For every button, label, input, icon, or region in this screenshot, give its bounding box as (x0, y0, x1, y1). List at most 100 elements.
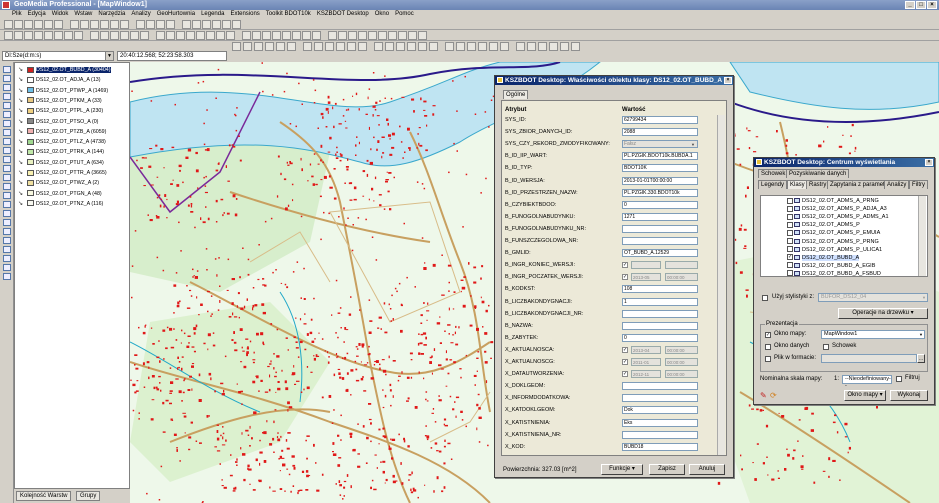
tb2-tool-23-icon[interactable] (252, 31, 261, 40)
date-field[interactable]: 2012-11 (631, 370, 661, 379)
attribute-value-field[interactable]: BDOT10K (622, 164, 698, 173)
layer-visibility-icon[interactable]: ↘ (18, 180, 24, 186)
anuluj-button[interactable]: Anuluj (689, 464, 725, 475)
left-tool-4-icon[interactable] (3, 102, 11, 109)
menu-item-11[interactable]: Okno (375, 10, 389, 19)
tb2-tool-33-icon[interactable] (358, 31, 367, 40)
tb1-tool-14-icon[interactable] (156, 20, 165, 29)
left-tool-16-icon[interactable] (3, 210, 11, 217)
tb1-tool-3-icon[interactable] (34, 20, 43, 29)
tab-centrum-1[interactable]: Klasy (787, 180, 808, 189)
tb2-tool-13-icon[interactable] (140, 31, 149, 40)
tb2-tool-6-icon[interactable] (64, 31, 73, 40)
left-tool-11-icon[interactable] (3, 165, 11, 172)
legend-layer-item[interactable]: DS12_02.OT_PTKM_A (33) (27, 97, 131, 106)
edit-tool-13-icon[interactable] (385, 42, 394, 51)
legend-layer-item[interactable]: DS12_02.OT_PTPL_A (230) (27, 107, 131, 116)
edit-tool-28-icon[interactable] (560, 42, 569, 51)
attribute-value-field[interactable]: BUBD18 (622, 442, 698, 451)
edit-tool-22-icon[interactable] (489, 42, 498, 51)
menu-item-9[interactable]: Toolkit BDOT10k (266, 10, 311, 19)
classes-tree[interactable]: DS12_02.OT_ADMS_A_PRNG DS12_02.OT_ADMS_P_… (760, 195, 928, 277)
okno-mapy-select[interactable]: MapWindow1 ▼ (821, 330, 925, 339)
tb2-tool-12-icon[interactable] (130, 31, 139, 40)
tab-centrum-2[interactable]: Rastry (806, 180, 830, 189)
tab-top-0[interactable]: Schowek (758, 169, 789, 178)
left-tool-8-icon[interactable] (3, 138, 11, 145)
edit-tool-10-icon[interactable] (347, 42, 356, 51)
attribute-value-field[interactable] (622, 394, 698, 403)
edit-tool-2-icon[interactable] (254, 42, 263, 51)
tb2-tool-11-icon[interactable] (120, 31, 129, 40)
attribute-value-field[interactable]: Eks (622, 418, 698, 427)
legend-layer-item[interactable]: DS12_02.OT_PTZB_A (6059) (27, 128, 131, 137)
tb2-tool-19-icon[interactable] (206, 31, 215, 40)
edit-tool-18-icon[interactable] (445, 42, 454, 51)
uzyj-stylistyki-checkbox[interactable] (762, 295, 768, 301)
time-field[interactable]: 00:00:00 (665, 358, 698, 366)
tb2-tool-7-icon[interactable] (74, 31, 83, 40)
left-tool-1-icon[interactable] (3, 75, 11, 82)
attribute-value-field[interactable] (622, 309, 698, 318)
tb1-tool-15-icon[interactable] (166, 20, 175, 29)
date-field[interactable]: 2013-04 (631, 345, 661, 354)
class-tree-item[interactable]: ✓ DS12_02.OT_BUBD_A (787, 254, 860, 262)
attribute-value-field[interactable] (622, 430, 698, 439)
class-tree-item[interactable]: DS12_02.OT_ADMS_P_ADMS_A1 (787, 213, 889, 221)
layer-visibility-icon[interactable]: ↘ (18, 160, 24, 166)
class-checkbox[interactable] (787, 238, 793, 245)
edit-tool-4-icon[interactable] (276, 42, 285, 51)
plik-checkbox[interactable] (765, 356, 771, 362)
tb2-tool-20-icon[interactable] (216, 31, 225, 40)
tb2-tool-35-icon[interactable] (378, 31, 387, 40)
tb2-tool-25-icon[interactable] (272, 31, 281, 40)
tb2-tool-8-icon[interactable] (90, 31, 99, 40)
tb2-tool-18-icon[interactable] (196, 31, 205, 40)
classes-scrollbar[interactable] (918, 196, 926, 276)
refresh-icon[interactable]: ⟳ (770, 391, 777, 400)
filtruj-checkbox[interactable] (896, 376, 902, 382)
skala-select[interactable]: --Nieodefiniowany-- (842, 375, 892, 389)
left-tool-7-icon[interactable] (3, 129, 11, 136)
left-tool-3-icon[interactable] (3, 93, 11, 100)
tb2-tool-21-icon[interactable] (226, 31, 235, 40)
attribute-value-field[interactable]: 0 (622, 333, 698, 342)
tb1-tool-17-icon[interactable] (192, 20, 201, 29)
uzyj-stylistyki-select[interactable]: BUFOR_DS12_04 ▼ (818, 293, 928, 302)
edit-tool-25-icon[interactable] (527, 42, 536, 51)
tb1-tool-11-icon[interactable] (120, 20, 129, 29)
time-field[interactable]: 00:00:00 (665, 370, 698, 379)
zapisz-button[interactable]: Zapisz (649, 464, 685, 475)
menu-item-2[interactable]: Widok (52, 10, 69, 19)
layer-visibility-icon[interactable]: ↘ (18, 149, 24, 155)
menu-item-3[interactable]: Wstaw (74, 10, 92, 19)
edit-tool-12-icon[interactable] (374, 42, 383, 51)
left-tool-2-icon[interactable] (3, 84, 11, 91)
left-tool-5-icon[interactable] (3, 111, 11, 118)
menu-item-7[interactable]: Legenda (201, 10, 224, 19)
left-tool-0-icon[interactable] (3, 66, 11, 73)
schowek-checkbox[interactable] (823, 344, 829, 350)
layer-visibility-icon[interactable]: ↘ (18, 88, 24, 94)
attribute-value-field[interactable]: PL.PZGIK.330.BDOT10k (622, 188, 698, 197)
tb1-tool-20-icon[interactable] (222, 20, 231, 29)
legend-layer-item[interactable]: DS12_02.OT_PTLZ_A (4738) (27, 138, 131, 147)
menu-item-10[interactable]: KSZBDOT Desktop (317, 10, 369, 19)
class-checkbox[interactable] (787, 246, 793, 253)
tb2-tool-27-icon[interactable] (292, 31, 301, 40)
tb2-tool-17-icon[interactable] (186, 31, 195, 40)
tb1-tool-1-icon[interactable] (14, 20, 23, 29)
okno-mapy-checkbox[interactable]: ✓ (765, 332, 771, 338)
left-tool-13-icon[interactable] (3, 183, 11, 190)
layer-visibility-icon[interactable]: ↘ (18, 170, 24, 176)
tb2-tool-15-icon[interactable] (166, 31, 175, 40)
legend-layer-item[interactable]: DS12_02.OT_PTWP_A (1469) (27, 87, 131, 96)
layer-visibility-icon[interactable]: ↘ (18, 201, 24, 207)
tb2-tool-34-icon[interactable] (368, 31, 377, 40)
tb2-tool-16-icon[interactable] (176, 31, 185, 40)
date-checkbox[interactable]: ✓ (622, 346, 628, 353)
coord-readout[interactable]: 20:40:12.568; 52:23:58.303 (117, 51, 227, 61)
legend-layer-item[interactable]: DS12_02.OT_PTUT_A (634) (27, 159, 131, 168)
legend-layer-item[interactable]: DS12_02.OT_PTWZ_A (2) (27, 179, 131, 188)
attribute-value-field[interactable] (622, 237, 698, 245)
